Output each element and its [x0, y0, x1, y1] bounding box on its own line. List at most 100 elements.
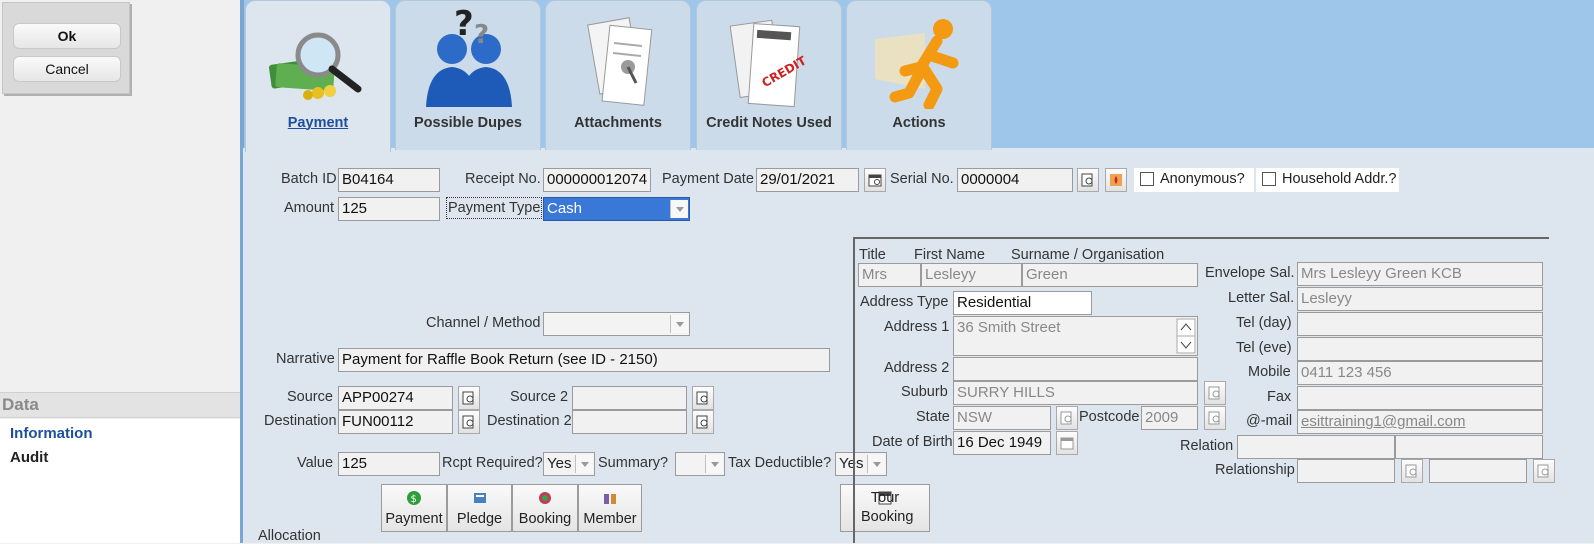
anonymous-label: Anonymous?	[1160, 171, 1245, 187]
chevron-down-icon[interactable]	[705, 455, 723, 473]
suburb-field[interactable]: SURRY HILLS	[953, 381, 1198, 405]
relation-field[interactable]	[1237, 435, 1395, 459]
running-man-icon	[875, 19, 959, 109]
checkbox-box	[1262, 172, 1276, 186]
source2-field[interactable]	[572, 386, 687, 410]
state-lookup-button[interactable]	[1056, 406, 1078, 430]
booking-icon	[539, 492, 551, 504]
tab-actions[interactable]: Actions	[846, 0, 992, 150]
address1-scrollbar[interactable]	[1176, 318, 1196, 354]
receipt-no-label: Receipt No.	[465, 171, 541, 187]
address-type-field[interactable]: Residential	[953, 291, 1092, 315]
envelope-sal-field[interactable]: Mrs Lesleyy Green KCB	[1297, 262, 1543, 286]
source2-label: Source 2	[510, 389, 569, 405]
address2-label: Address 2	[884, 360, 950, 376]
serial-generate-button[interactable]	[1105, 168, 1127, 192]
rcpt-required-select[interactable]: Yes	[543, 452, 595, 476]
batch-id-field[interactable]: B04164	[338, 168, 440, 192]
data-section-header: Data	[0, 392, 240, 418]
destination-lookup-button[interactable]	[458, 410, 480, 434]
anonymous-checkbox[interactable]: Anonymous?	[1134, 168, 1254, 192]
letter-sal-label: Letter Sal.	[1228, 290, 1295, 306]
relationship2-lookup-button[interactable]	[1533, 459, 1555, 483]
amount-field[interactable]: 125	[338, 197, 440, 221]
mobile-label: Mobile	[1248, 364, 1291, 380]
destination2-lookup-button[interactable]	[692, 410, 714, 434]
cancel-button[interactable]: Cancel	[13, 56, 121, 82]
tel-day-field[interactable]	[1297, 312, 1543, 336]
calendar-icon	[868, 174, 882, 187]
lookup-icon	[1208, 411, 1220, 425]
information-link[interactable]: Information	[10, 425, 93, 442]
payment-type-label: Payment Type	[446, 197, 543, 219]
tab-possible-dupes[interactable]: ? ? Possible Dupes	[395, 0, 541, 150]
first-name-label: First Name	[914, 247, 985, 263]
suburb-lookup-button[interactable]	[1204, 381, 1226, 405]
rcpt-required-label: Rcpt Required?	[442, 455, 543, 471]
postcode-field[interactable]: 2009	[1141, 406, 1198, 430]
allocate-pledge-button[interactable]: Pledge	[447, 484, 512, 532]
calendar-button[interactable]	[864, 168, 886, 192]
fax-label: Fax	[1267, 389, 1292, 405]
lookup-icon	[696, 391, 708, 405]
postcode-lookup-button[interactable]	[1204, 406, 1226, 430]
serial-no-field[interactable]: 0000004	[957, 168, 1073, 192]
ok-button[interactable]: Ok	[13, 23, 121, 49]
email-label: @-mail	[1246, 413, 1293, 429]
source-lookup-button[interactable]	[458, 386, 480, 410]
narrative-field[interactable]: Payment for Raffle Book Return (see ID -…	[338, 348, 830, 372]
batch-id-label: Batch ID	[281, 171, 337, 187]
scroll-arrows-icon	[1176, 318, 1196, 354]
money-search-icon	[269, 32, 362, 100]
payment-type-select[interactable]: Cash	[543, 197, 690, 221]
title-field[interactable]: Mrs	[858, 263, 921, 287]
receipt-no-field[interactable]: 000000012074	[543, 168, 651, 192]
relationship-field-2[interactable]	[1429, 459, 1527, 483]
first-name-field[interactable]: Lesleyy	[921, 263, 1022, 287]
relationship-lookup-button[interactable]	[1401, 459, 1423, 483]
source-field[interactable]: APP00274	[338, 386, 453, 410]
email-field[interactable]: esittraining1@gmail.com	[1297, 410, 1543, 434]
destination2-field[interactable]	[572, 410, 687, 434]
audit-link[interactable]: Audit	[10, 449, 48, 466]
summary-select[interactable]	[675, 452, 725, 476]
address2-field[interactable]	[953, 357, 1198, 381]
channel-select[interactable]	[543, 312, 690, 336]
chevron-down-icon[interactable]	[670, 315, 688, 333]
destination-field[interactable]: FUN00112	[338, 410, 453, 434]
allocate-booking-button[interactable]: Booking	[512, 484, 578, 532]
household-addr-checkbox[interactable]: Household Addr.?	[1256, 168, 1399, 192]
source2-lookup-button[interactable]	[692, 386, 714, 410]
value-field[interactable]: 125	[338, 452, 440, 476]
allocate-payment-button[interactable]: $ Payment	[381, 484, 447, 532]
data-list: Information Audit	[0, 419, 240, 543]
fax-field[interactable]	[1297, 386, 1543, 410]
tab-attachments[interactable]: Attachments	[545, 0, 691, 150]
tab-label: Actions	[892, 115, 946, 131]
serial-lookup-button[interactable]	[1077, 168, 1099, 192]
lookup-icon	[462, 415, 474, 429]
relation-field-2[interactable]	[1395, 435, 1543, 459]
allocate-member-button[interactable]: Member	[578, 484, 642, 532]
letter-sal-field[interactable]: Lesleyy	[1297, 287, 1543, 311]
surname-field[interactable]: Green	[1022, 263, 1198, 287]
dob-calendar-button[interactable]	[1056, 431, 1078, 455]
amount-label: Amount	[284, 200, 334, 216]
mobile-field[interactable]: 0411 123 456	[1297, 361, 1543, 385]
tab-payment[interactable]: Payment	[245, 0, 391, 152]
chevron-down-icon[interactable]	[670, 200, 688, 218]
svg-text:?: ?	[454, 9, 474, 44]
tab-credit-notes[interactable]: CREDIT Credit Notes Used	[696, 0, 842, 150]
payment-date-field[interactable]: 29/01/2021	[756, 168, 859, 192]
relationship-field[interactable]	[1297, 459, 1395, 483]
invoice-pin-icon	[587, 17, 653, 106]
calendar-icon	[1060, 437, 1074, 450]
chevron-down-icon[interactable]	[575, 455, 593, 473]
relation-label: Relation	[1180, 438, 1234, 454]
svg-text:?: ?	[474, 20, 489, 50]
state-field[interactable]: NSW	[953, 406, 1051, 430]
dob-field[interactable]: 16 Dec 1949	[953, 431, 1051, 455]
dollar-icon: $	[407, 491, 421, 505]
address1-field[interactable]: 36 Smith Street	[953, 316, 1198, 356]
tel-eve-field[interactable]	[1297, 337, 1543, 361]
